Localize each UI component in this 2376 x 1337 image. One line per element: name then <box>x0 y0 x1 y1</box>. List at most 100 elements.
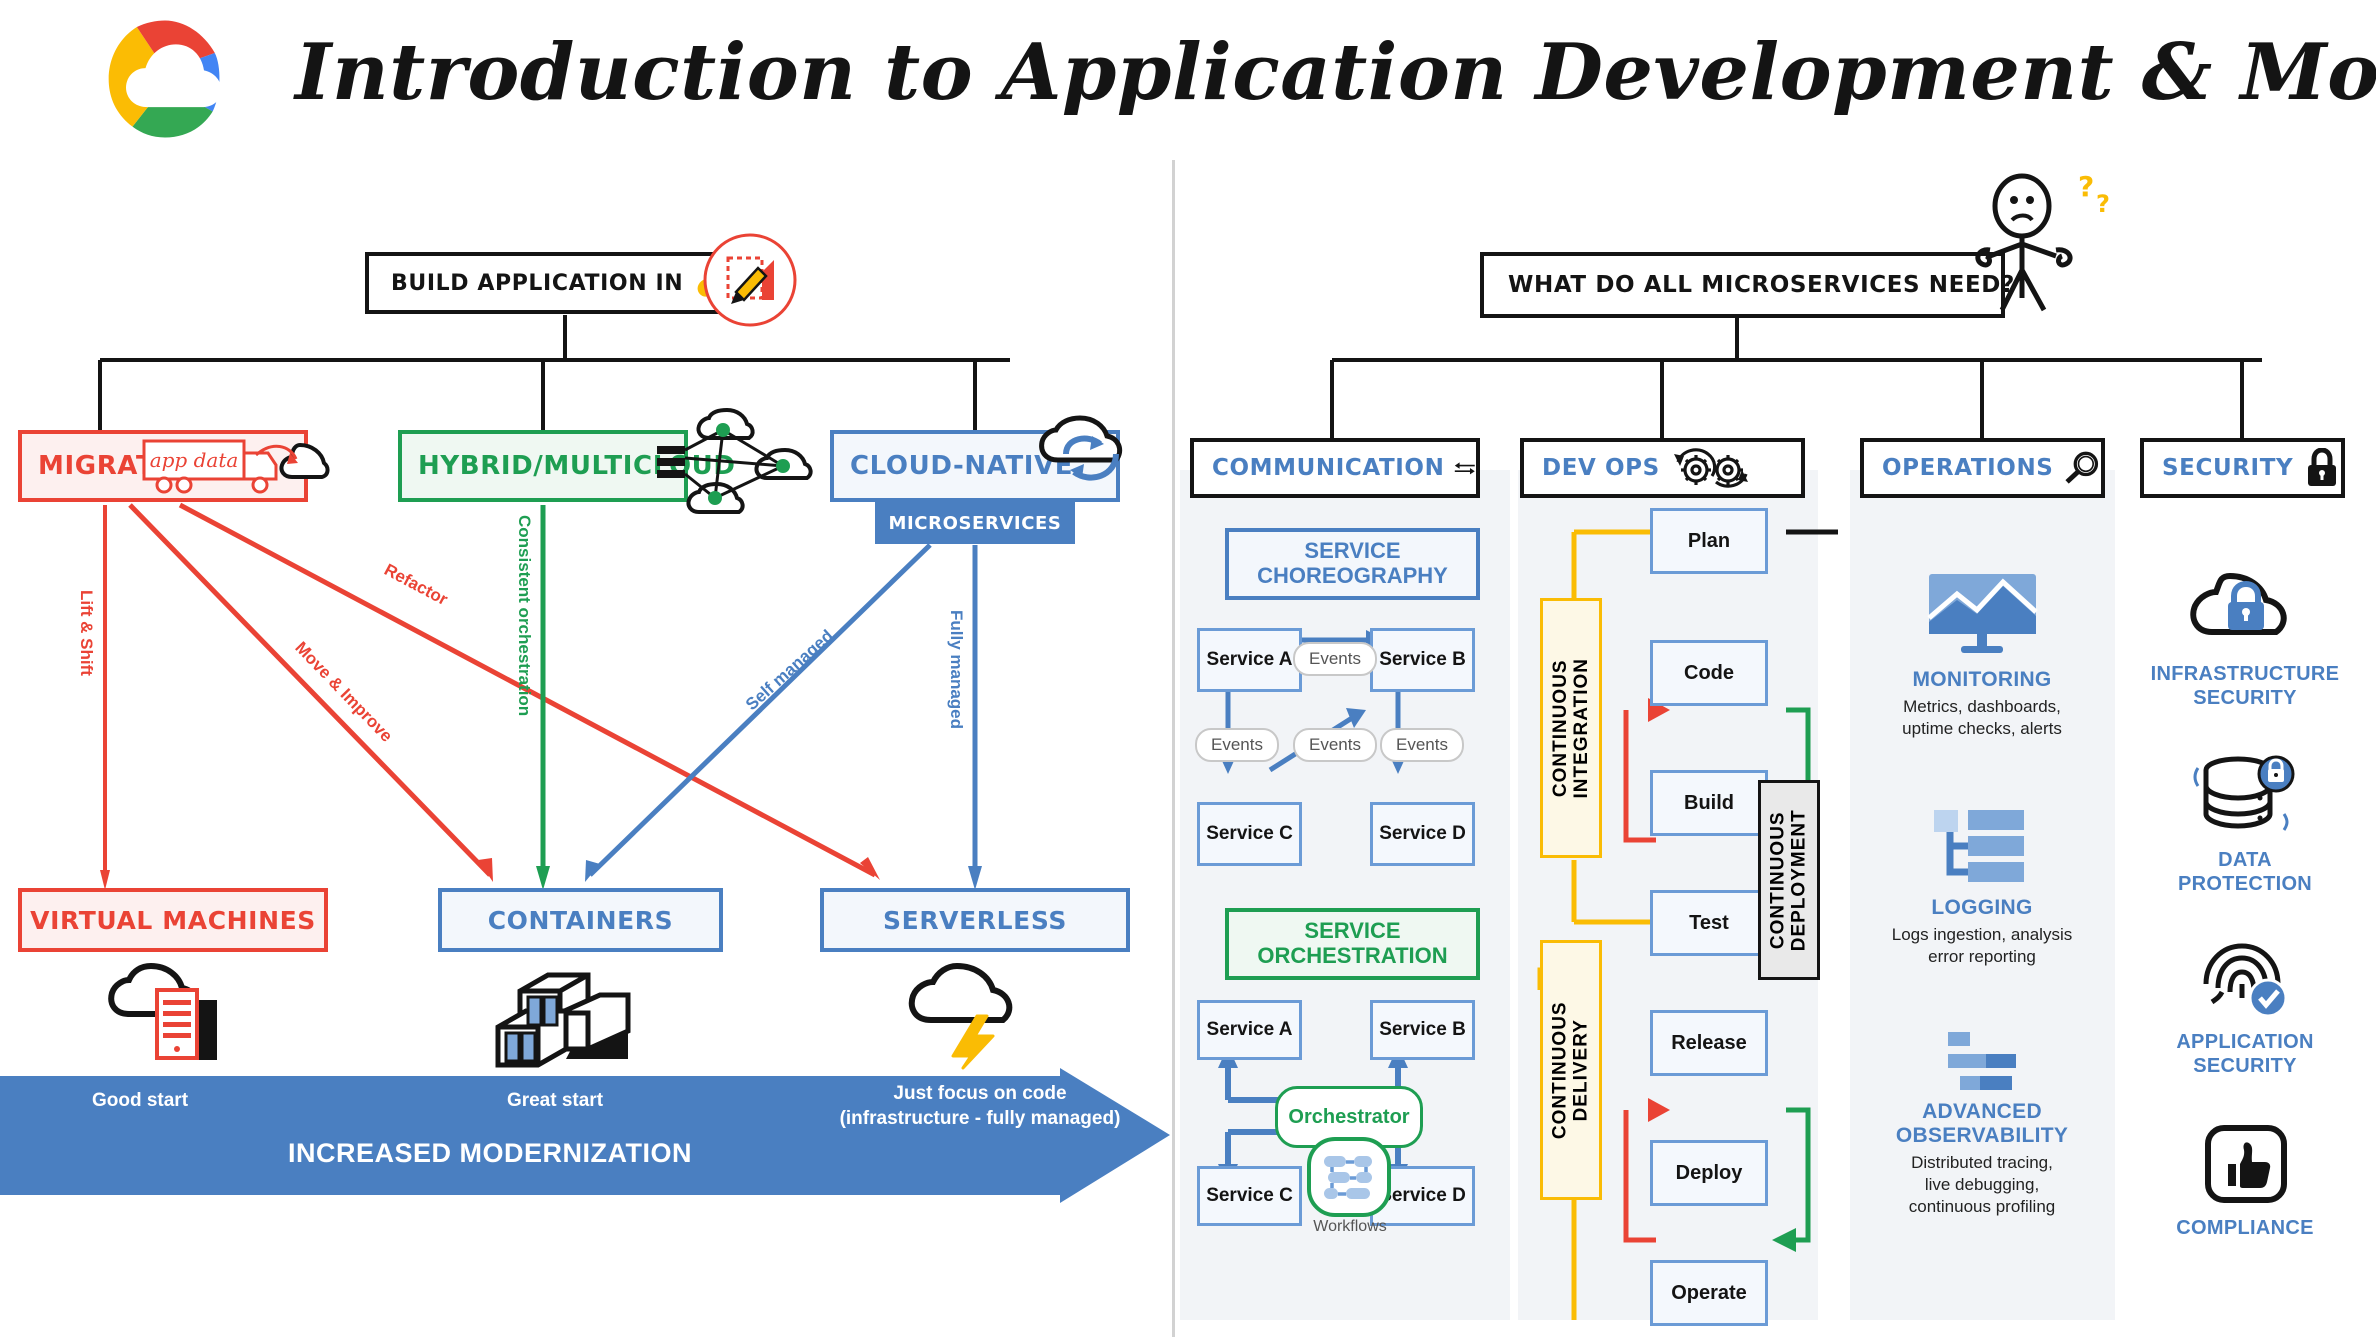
choreography-events-1: Events <box>1293 642 1377 676</box>
operations-item-observability-desc2: live debugging, <box>1924 1175 2040 1195</box>
destination-serverless-box: SERVERLESS <box>820 888 1130 952</box>
devops-stage-test: Test <box>1650 890 1768 956</box>
moving-truck-app-data-icon: app data <box>142 439 330 494</box>
cloud-lightning-icon <box>908 962 1013 1070</box>
choreography-events-4: Events <box>1380 728 1464 762</box>
choreography-service-a: Service A <box>1197 628 1302 692</box>
padlock-icon <box>2308 448 2337 486</box>
containers-stack-icon <box>495 972 631 1068</box>
microservices-label: MICROSERVICES <box>888 512 1062 534</box>
operations-item-monitoring-desc2: uptime checks, alerts <box>1902 718 2062 738</box>
operations-item-observability-desc1: Distributed tracing, <box>1911 1153 2053 1173</box>
orchestration-service-c-label: Service C <box>1206 1185 1293 1206</box>
operations-item-logging-title: LOGGING <box>1931 896 2033 919</box>
thumbs-up-icon <box>2205 1125 2287 1203</box>
security-item-data-protection: DATA PROTECTION <box>2140 848 2350 896</box>
workflows-icon <box>1307 1137 1391 1217</box>
operations-item-observability-desc3: continuous profiling <box>1908 1196 2056 1216</box>
modernization-caption-serverless-line2: (infrastructure - fully managed) <box>839 1107 1121 1129</box>
security-item-application-security: APPLICATION SECURITY <box>2140 1030 2350 1078</box>
destination-virtual-machines-label: VIRTUAL MACHINES <box>30 905 316 935</box>
destination-virtual-machines-box: VIRTUAL MACHINES <box>18 888 328 952</box>
operations-item-logging-desc1: Logs ingestion, analysis <box>1891 925 2073 945</box>
orchestration-service-d-label: Service D <box>1379 1185 1466 1206</box>
operations-item-observability-title2: OBSERVABILITY <box>1895 1124 2069 1148</box>
choreography-events-3: Events <box>1293 728 1377 762</box>
continuous-deployment-line1: CONTINUOUS <box>1767 811 1789 949</box>
devops-stage-release: Release <box>1650 1010 1768 1076</box>
choreography-events-4-label: Events <box>1396 735 1448 754</box>
orchestrator-label: Orchestrator <box>1288 1105 1410 1128</box>
devops-stage-code-label: Code <box>1684 661 1734 684</box>
operations-item-logging: LOGGING Logs ingestion, analysis error r… <box>1857 896 2107 968</box>
magnifying-glass-icon <box>2065 451 2099 484</box>
two-way-arrows-icon <box>1455 462 1476 475</box>
choreography-events-2-label: Events <box>1211 735 1263 754</box>
server-cloud-icon <box>108 962 217 1060</box>
trace-bars-icon <box>1948 1032 2016 1090</box>
service-choreography-heading: SERVICE CHOREOGRAPHY <box>1225 528 1480 600</box>
database-lock-icon <box>2193 755 2295 831</box>
devops-stage-plan-label: Plan <box>1687 529 1731 552</box>
security-item-infrastructure-security: INFRASTRUCTURE SECURITY <box>2140 662 2350 710</box>
operations-item-advanced-observability: ADVANCED OBSERVABILITY Distributed traci… <box>1857 1100 2107 1218</box>
cloud-refresh-icon <box>1039 415 1123 481</box>
confused-stick-figure-icon: ? ? <box>1975 170 2110 312</box>
microservices-question-box: WHAT DO ALL MICROSERVICES NEED? <box>1480 252 2014 318</box>
svg-text:?: ? <box>2096 190 2110 218</box>
multi-cloud-network-icon <box>657 407 813 514</box>
edge-label-fully-managed: Fully managed <box>947 610 966 730</box>
edge-label-consistent-orchestration: Consistent orchestration <box>515 515 534 717</box>
operations-item-logging-desc2: error reporting <box>1928 946 2036 966</box>
category-security-label: SECURITY <box>2162 455 2294 481</box>
modernization-caption-great: Great start <box>506 1090 604 1111</box>
category-operations-label: OPERATIONS <box>1882 455 2054 481</box>
orchestration-service-b: Service B <box>1370 1000 1475 1060</box>
choreography-service-b-label: Service B <box>1379 649 1466 670</box>
choreography-service-a-label: Service A <box>1206 649 1293 670</box>
devops-stage-plan: Plan <box>1650 508 1768 574</box>
choreography-service-c-label: Service C <box>1206 823 1293 844</box>
svg-text:?: ? <box>2078 170 2094 203</box>
devops-stage-deploy-label: Deploy <box>1675 1161 1743 1184</box>
continuous-delivery-band: CONTINUOUS DELIVERY <box>1540 940 1602 1200</box>
continuous-deployment-band: CONTINUOUS DEPLOYMENT <box>1758 780 1820 980</box>
choreography-service-d-label: Service D <box>1379 823 1466 844</box>
security-item-compliance-title1: COMPLIANCE <box>2176 1217 2314 1239</box>
service-choreography-title-line1: SERVICE <box>1304 538 1401 564</box>
continuous-delivery-line1: CONTINUOUS <box>1549 1001 1571 1139</box>
devops-stage-operate: Operate <box>1650 1260 1768 1326</box>
choreography-events-3-label: Events <box>1309 735 1361 754</box>
devops-stage-build: Build <box>1650 770 1768 836</box>
continuous-integration-line2: INTEGRATION <box>1571 657 1593 799</box>
google-cloud-logo-icon <box>108 20 222 138</box>
continuous-delivery-line2: DELIVERY <box>1571 1018 1593 1122</box>
modernization-title: INCREASED MODERNIZATION <box>287 1138 692 1168</box>
operations-item-monitoring-title: MONITORING <box>1912 668 2052 691</box>
orchestration-service-a: Service A <box>1197 1000 1302 1060</box>
modernization-caption-serverless-line1: Just focus on code <box>893 1083 1067 1104</box>
destination-containers-label: CONTAINERS <box>487 905 674 935</box>
choreography-events-1-label: Events <box>1309 649 1361 668</box>
devops-stage-build-label: Build <box>1684 791 1734 814</box>
category-security-box: SECURITY <box>2140 438 2345 498</box>
orchestration-service-b-label: Service B <box>1379 1019 1466 1040</box>
security-item-compliance: COMPLIANCE <box>2140 1216 2350 1240</box>
logs-tree-icon <box>1934 810 2024 882</box>
choreography-service-d: Service D <box>1370 802 1475 866</box>
operations-item-monitoring: MONITORING Metrics, dashboards, uptime c… <box>1857 668 2107 740</box>
choreography-service-c: Service C <box>1197 802 1302 866</box>
fingerprint-check-icon <box>2203 943 2288 1018</box>
build-application-label: BUILD APPLICATION IN <box>391 270 684 296</box>
modernization-caption-good: Good start <box>91 1090 189 1111</box>
service-choreography-title-line2: CHOREOGRAPHY <box>1257 563 1448 588</box>
service-orchestration-heading: SERVICE ORCHESTRATION <box>1225 908 1480 980</box>
edge-label-lift-shift: Lift & Shift <box>77 590 96 676</box>
continuous-integration-line1: CONTINUOUS <box>1549 659 1571 797</box>
category-operations-box: OPERATIONS <box>1860 438 2105 498</box>
devops-stage-release-label: Release <box>1671 1031 1747 1054</box>
operations-item-observability-title1: ADVANCED <box>1922 1100 2042 1123</box>
choreography-service-b: Service B <box>1370 628 1475 692</box>
service-orchestration-title-line1: SERVICE <box>1304 918 1401 944</box>
security-item-infra-title1: INFRASTRUCTURE <box>2150 663 2340 685</box>
